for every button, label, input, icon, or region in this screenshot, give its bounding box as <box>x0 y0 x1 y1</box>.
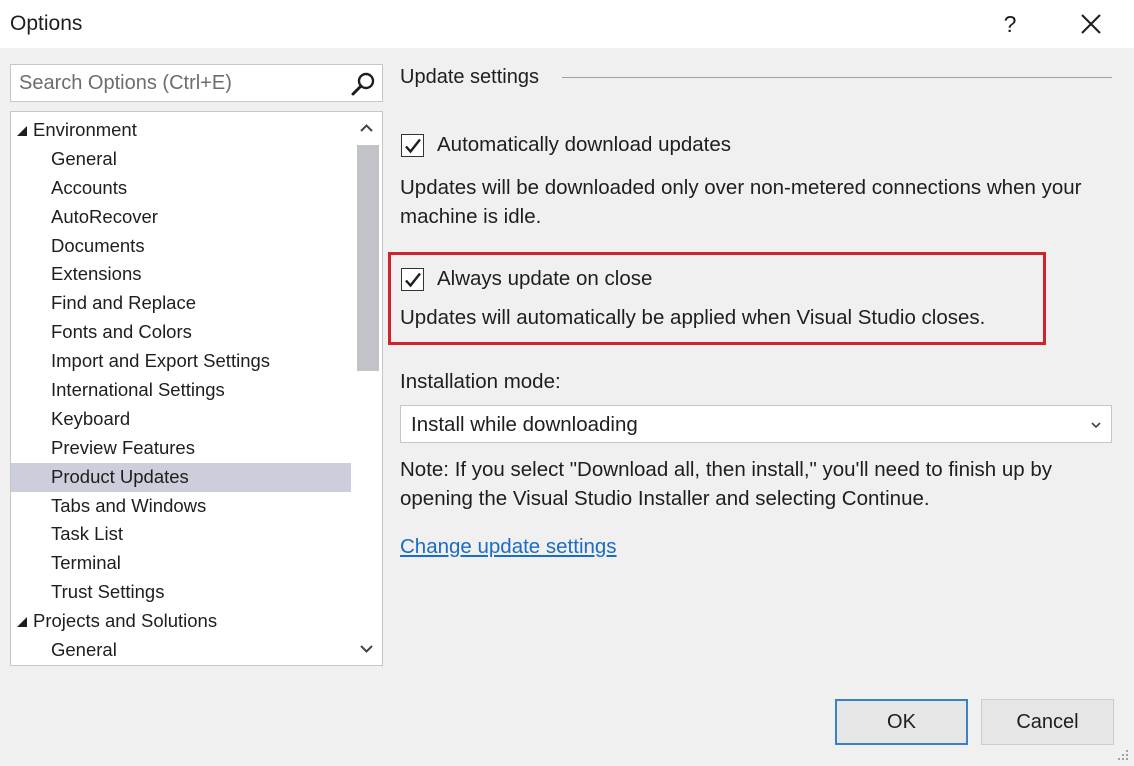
chevron-down-icon[interactable] <box>351 637 382 661</box>
tree-item-label: General <box>51 639 117 661</box>
tree-list: Environment General Accounts AutoRecover Doc… <box>11 116 351 665</box>
search-input[interactable] <box>11 65 347 101</box>
tree-item-label: Preview Features <box>51 436 195 458</box>
tree-item[interactable]: Product Updates <box>11 462 351 492</box>
tree-item-label: Fonts and Colors <box>51 321 192 343</box>
resize-grip-icon[interactable] <box>1116 748 1130 762</box>
tree-item-label: Accounts <box>51 176 128 198</box>
tree-item-label: Keyboard <box>51 407 131 429</box>
tree-item-label: Projects and Solutions <box>33 610 218 632</box>
tree-item[interactable]: International Settings <box>11 376 351 405</box>
tree-scrollbar[interactable] <box>351 112 382 665</box>
auto-download-label[interactable]: Automatically download updates <box>437 133 731 157</box>
tree-item-label: International Settings <box>51 379 225 401</box>
section-title: Update settings <box>400 66 539 88</box>
ok-button[interactable]: OK <box>835 699 968 745</box>
tree-item[interactable]: General <box>11 636 351 665</box>
search-box <box>10 64 383 102</box>
options-tree: Environment General Accounts AutoRecover Doc… <box>10 111 383 666</box>
tree-item[interactable]: AutoRecover <box>11 203 351 232</box>
auto-download-description: Updates will be downloaded only over non… <box>400 176 1082 228</box>
tree-item[interactable]: Tabs and Windows <box>11 492 351 521</box>
expand-triangle-icon[interactable] <box>17 126 27 136</box>
close-icon <box>1081 14 1101 34</box>
tree-item-label: Tabs and Windows <box>51 494 207 516</box>
installation-mode-value: Install while downloading <box>411 413 638 436</box>
scroll-thumb[interactable] <box>357 145 379 371</box>
auto-download-row[interactable]: Automatically download updates <box>401 131 731 159</box>
tree-item-label: Trust Settings <box>51 581 165 603</box>
chevron-up-icon[interactable] <box>351 116 382 140</box>
search-icon[interactable] <box>350 71 376 97</box>
tree-item[interactable]: Fonts and Colors <box>11 318 351 347</box>
installation-mode-label: Installation mode: <box>400 370 561 393</box>
tree-item-label: Product Updates <box>51 465 189 487</box>
tree-item[interactable]: Import and Export Settings <box>11 347 351 376</box>
expand-triangle-icon[interactable] <box>17 617 27 628</box>
title-bar: Options ? <box>0 0 1134 48</box>
tree-item[interactable]: Find and Replace <box>11 289 351 318</box>
installation-note: Note: If you select "Download all, then … <box>400 458 1053 510</box>
tree-group[interactable]: Projects and Solutions <box>11 607 351 636</box>
tree-item-label: Terminal <box>51 552 121 574</box>
tree-item-label: AutoRecover <box>51 205 158 227</box>
update-on-close-description: Updates will automatically be applied wh… <box>400 306 986 329</box>
tree-item[interactable]: Documents <box>11 232 351 261</box>
tree-item-label: Task List <box>51 523 123 545</box>
tree-item[interactable]: Trust Settings <box>11 578 351 607</box>
auto-download-checkbox[interactable] <box>401 133 424 157</box>
tree-item[interactable]: Accounts <box>11 174 351 203</box>
chevron-down-icon <box>1091 422 1101 429</box>
update-on-close-label[interactable]: Always update on close <box>437 267 652 291</box>
tree-item-label: Documents <box>51 234 145 256</box>
tree-item-label: Import and Export Settings <box>51 350 271 372</box>
checkmark-icon <box>405 138 421 153</box>
tree-item[interactable]: Keyboard <box>11 405 351 434</box>
tree-item-label: Extensions <box>51 263 142 285</box>
tree-item-label: Find and Replace <box>51 292 197 314</box>
window-title: Options <box>10 12 83 35</box>
tree-item-label: Environment <box>33 119 137 140</box>
tree-item[interactable]: Terminal <box>11 549 351 578</box>
tree-group[interactable]: Environment <box>11 116 351 145</box>
tree-item[interactable]: Extensions <box>11 260 351 289</box>
tree-item-label: General <box>51 147 117 169</box>
update-on-close-row[interactable]: Always update on close <box>401 265 652 293</box>
checkmark-icon <box>405 272 421 287</box>
change-update-settings-link[interactable]: Change update settings <box>400 535 617 559</box>
section-divider <box>562 77 1112 78</box>
installation-mode-dropdown[interactable]: Install while downloading <box>400 405 1112 443</box>
tree-item[interactable]: Task List <box>11 520 351 549</box>
tree-item[interactable]: General <box>11 145 351 174</box>
close-button[interactable] <box>1071 6 1111 42</box>
cancel-button[interactable]: Cancel <box>981 699 1114 745</box>
tree-item[interactable]: Preview Features <box>11 434 351 463</box>
update-on-close-checkbox[interactable] <box>401 267 424 291</box>
help-button[interactable]: ? <box>992 6 1028 42</box>
